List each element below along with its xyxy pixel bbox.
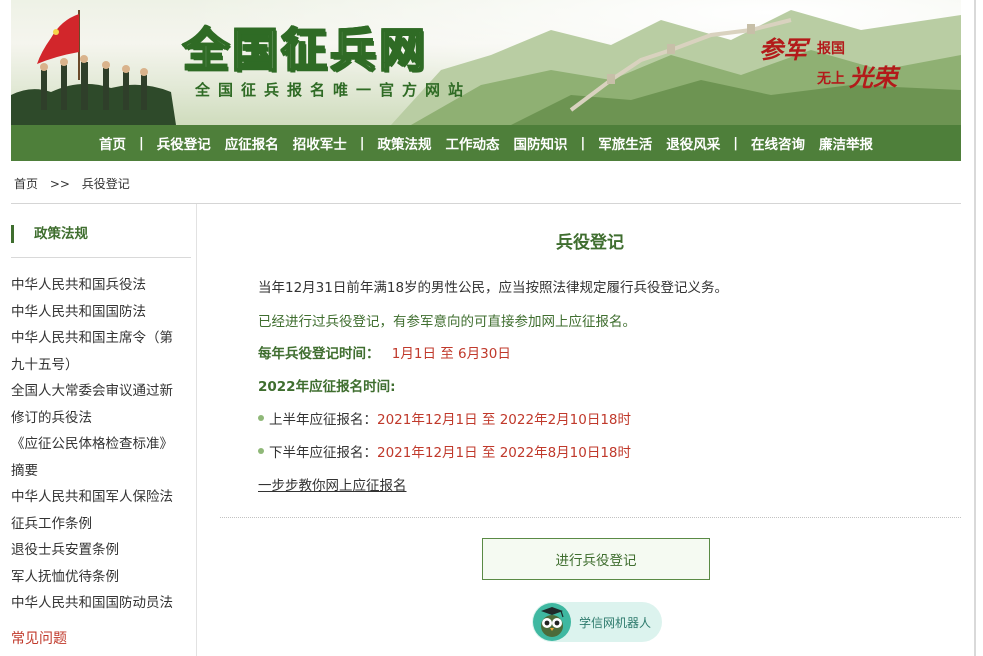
nav-veterans[interactable]: 退役风采 xyxy=(659,133,727,153)
nav-enlistment-signup[interactable]: 应征报名 xyxy=(218,133,286,153)
registration-time-label: 每年兵役登记时间： xyxy=(258,346,380,362)
main-nav: 首页 | 兵役登记 应征报名 招收军士 | 政策法规 工作动态 国防知识 | 军… xyxy=(11,125,961,161)
banner-slogan: 参军 报国 无上 光荣 xyxy=(759,30,919,100)
nav-work-news[interactable]: 工作动态 xyxy=(439,133,507,153)
honor-guard-image xyxy=(11,10,176,125)
enlistment-time-heading: 2022年应征报名时间: xyxy=(258,375,395,395)
nav-nco-recruitment[interactable]: 招收军士 xyxy=(286,133,354,153)
nav-defense-knowledge[interactable]: 国防知识 xyxy=(507,133,575,153)
breadcrumb-current: 兵役登记 xyxy=(81,177,130,191)
dotted-divider xyxy=(220,517,961,518)
intro-paragraph: 当年12月31日前年满18岁的男性公民，应当按照法律规定履行兵役登记义务。 xyxy=(258,280,729,296)
breadcrumb-home[interactable]: 首页 xyxy=(14,177,38,191)
register-button[interactable]: 进行兵役登记 xyxy=(482,538,710,580)
page-title: 兵役登记 xyxy=(556,233,624,253)
sidebar-title[interactable]: 政策法规 xyxy=(11,225,88,243)
robot-label: 学信网机器人 xyxy=(579,616,652,630)
sidebar-item-presidential-order[interactable]: 中华人民共和国主席令（第 xyxy=(11,325,191,352)
enlistment-time-label: 2022年应征报名时间: xyxy=(258,379,396,395)
bullet-dot xyxy=(258,415,264,421)
chat-robot-widget[interactable]: 学信网机器人 xyxy=(532,602,662,642)
sidebar-item-veteran-placement[interactable]: 退役士兵安置条例 xyxy=(11,537,191,564)
registration-time: 每年兵役登记时间： 1月1日 至 6月30日 xyxy=(258,342,511,362)
first-half-value: 2021年12月1日 至 2022年2月10日18时 xyxy=(377,412,632,428)
site-banner: 全国征兵网 全国征兵报名唯一官方网站 参军 报国 无上 光荣 xyxy=(11,0,961,125)
online-signup-guide-link[interactable]: 一步步教你网上应征报名 xyxy=(258,474,407,494)
nav-home[interactable]: 首页 xyxy=(92,133,133,153)
nav-separator: | xyxy=(139,135,144,151)
sidebar-item-mobilization-law[interactable]: 中华人民共和国国防动员法 xyxy=(11,590,191,617)
site-subtitle: 全国征兵报名唯一官方网站 xyxy=(195,81,472,99)
registered-note: 已经进行过兵役登记，有参军意向的可直接参加网上应征报名。 xyxy=(258,314,636,330)
slogan-part-2: 报国 xyxy=(817,41,845,57)
breadcrumb: 首页 >> 兵役登记 xyxy=(14,175,138,192)
sidebar-item-military-insurance-law[interactable]: 中华人民共和国军人保险法 xyxy=(11,484,191,511)
sidebar-list: 中华人民共和国兵役法 中华人民共和国国防法 中华人民共和国主席令（第 九十五号）… xyxy=(11,272,191,617)
nav-integrity-report[interactable]: 廉洁举报 xyxy=(812,133,880,153)
divider xyxy=(11,257,191,258)
sidebar: 政策法规 中华人民共和国兵役法 中华人民共和国国防法 中华人民共和国主席令（第 … xyxy=(11,204,197,656)
sidebar-item-presidential-order-cont[interactable]: 九十五号） xyxy=(11,352,191,379)
sidebar-item-physical-exam-standard-cont[interactable]: 摘要 xyxy=(11,458,191,485)
second-half-value: 2021年12月1日 至 2022年8月10日18时 xyxy=(377,445,632,461)
slogan-part-3: 无上 xyxy=(817,71,845,87)
sidebar-item-physical-exam-standard[interactable]: 《应征公民体格检查标准》 xyxy=(11,431,191,458)
nav-online-consult[interactable]: 在线咨询 xyxy=(744,133,812,153)
breadcrumb-separator: >> xyxy=(49,177,70,191)
bullet-dot xyxy=(258,448,264,454)
second-half-enlistment: 下半年应征报名：2021年12月1日 至 2022年8月10日18时 xyxy=(269,441,631,461)
nav-separator: | xyxy=(580,135,586,151)
sidebar-item-npc-revised-law[interactable]: 全国人大常委会审议通过新 xyxy=(11,378,191,405)
slogan-part-4: 光荣 xyxy=(849,63,897,92)
sidebar-item-npc-revised-law-cont[interactable]: 修订的兵役法 xyxy=(11,405,191,432)
robot-owl-icon xyxy=(533,603,571,641)
nav-policies[interactable]: 政策法规 xyxy=(371,133,439,153)
nav-separator: | xyxy=(359,135,365,151)
sidebar-item-military-service-law[interactable]: 中华人民共和国兵役法 xyxy=(11,272,191,299)
page-frame-edge xyxy=(974,0,976,656)
nav-separator: | xyxy=(733,135,738,151)
sidebar-item-national-defense-law[interactable]: 中华人民共和国国防法 xyxy=(11,299,191,326)
slogan-part-1: 参军 xyxy=(759,35,807,64)
sidebar-item-military-pension[interactable]: 军人抚恤优待条例 xyxy=(11,564,191,591)
first-half-enlistment: 上半年应征报名：2021年12月1日 至 2022年2月10日18时 xyxy=(269,408,631,428)
sidebar-item-conscription-regulations[interactable]: 征兵工作条例 xyxy=(11,511,191,538)
first-half-label: 上半年应征报名： xyxy=(269,412,377,428)
second-half-label: 下半年应征报名： xyxy=(269,445,377,461)
nav-military-registration[interactable]: 兵役登记 xyxy=(150,133,218,153)
nav-military-life[interactable]: 军旅生活 xyxy=(591,133,659,153)
site-title[interactable]: 全国征兵网 xyxy=(182,14,428,80)
registration-time-value: 1月1日 至 6月30日 xyxy=(391,346,511,362)
sidebar-section-faq[interactable]: 常见问题 xyxy=(11,628,67,648)
